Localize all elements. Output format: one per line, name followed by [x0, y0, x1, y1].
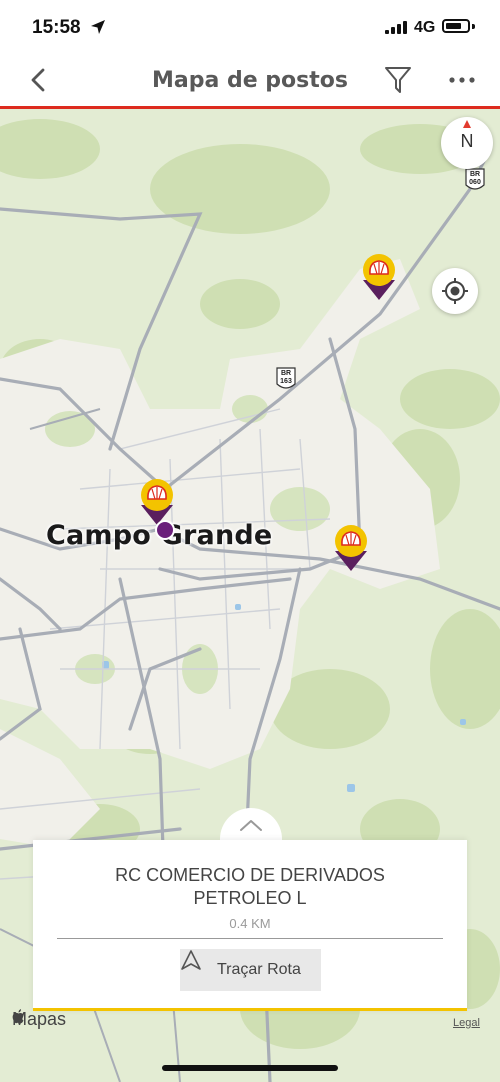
compass-arrow-icon — [463, 120, 471, 128]
compass-button[interactable]: N — [441, 117, 493, 169]
legal-link[interactable]: Legal — [453, 1017, 480, 1029]
network-type: 4G — [414, 19, 436, 36]
page-title: Mapa de postos — [151, 68, 348, 93]
status-time: 15:58 — [32, 17, 81, 38]
crosshair-icon — [442, 278, 468, 304]
navigation-arrow-icon — [181, 950, 201, 970]
filter-icon — [385, 67, 411, 93]
compass-label: N — [460, 131, 474, 151]
home-indicator[interactable] — [162, 1065, 338, 1071]
signal-icon — [385, 21, 407, 34]
shield-prefix: BR — [280, 370, 292, 377]
map-view[interactable]: BR 060 BR 163 Campo Grande N RC COMERCIO… — [0, 109, 500, 1082]
station-pin[interactable] — [361, 254, 397, 304]
nav-header: Mapa de postos — [0, 56, 500, 109]
status-bar: 15:58 4G — [0, 0, 500, 56]
location-arrow-icon — [91, 20, 105, 34]
shield-number: 163 — [280, 378, 292, 385]
filter-button[interactable] — [382, 64, 414, 96]
more-button[interactable] — [446, 64, 478, 96]
highway-shield-br163: BR 163 — [275, 366, 297, 392]
route-button[interactable]: Traçar Rota — [180, 949, 321, 991]
station-name-line1: RC COMERCIO DE DERIVADOS — [115, 865, 385, 885]
maps-attribution: Mapas — [12, 1009, 66, 1030]
highway-shield-br060: BR 060 — [464, 167, 486, 193]
battery-icon — [442, 19, 470, 33]
station-name-line2: PETROLEO L — [193, 888, 307, 908]
station-name: RC COMERCIO DE DERIVADOS PETROLEO L — [53, 864, 447, 910]
route-button-label: Traçar Rota — [217, 961, 301, 978]
station-distance: 0.4 KM — [229, 916, 271, 931]
user-location-dot — [155, 520, 175, 540]
shell-pin-icon — [363, 254, 395, 300]
battery-cap — [472, 24, 475, 29]
locate-me-button[interactable] — [432, 268, 478, 314]
chevron-up-icon — [240, 820, 262, 831]
station-card[interactable]: RC COMERCIO DE DERIVADOS PETROLEO L 0.4 … — [33, 840, 467, 1011]
card-divider — [57, 938, 443, 939]
shell-pin-icon — [335, 525, 367, 571]
station-pin[interactable] — [333, 525, 369, 575]
more-icon — [449, 77, 475, 83]
shield-prefix: BR — [469, 171, 481, 178]
apple-icon — [12, 1009, 24, 1024]
shield-number: 060 — [469, 179, 481, 186]
